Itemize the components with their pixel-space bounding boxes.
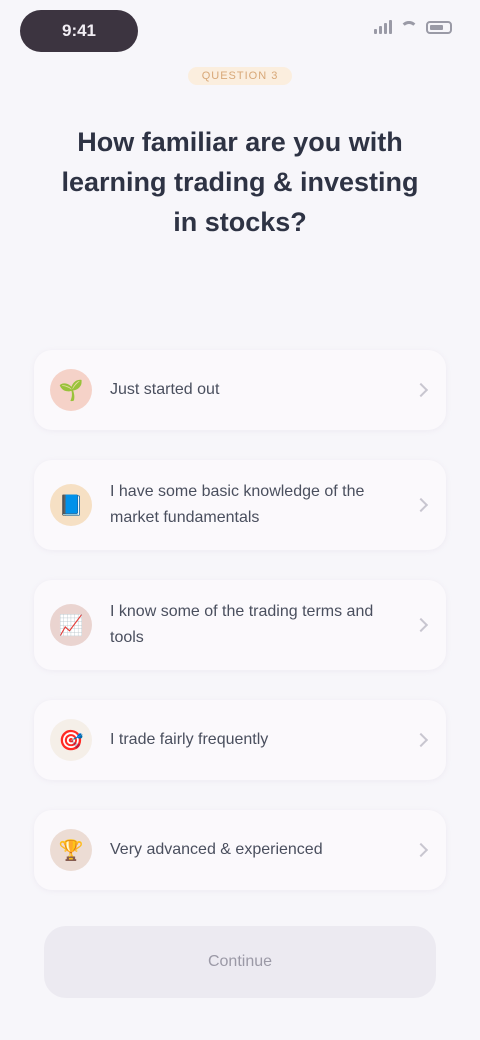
chevron-right-icon [413,497,429,513]
continue-button[interactable]: Continue [44,926,436,998]
option-label: I have some basic knowledge of the marke… [110,483,365,526]
chart-icon: 📈 [50,604,92,646]
option-trade-frequently[interactable]: 🎯 I trade fairly frequently [34,700,446,780]
target-icon: 🎯 [50,719,92,761]
answer-options: 🌱 Just started out 📘 I have some basic k… [34,350,446,920]
chevron-right-icon [413,617,429,633]
option-basic-knowledge[interactable]: 📘 I have some basic knowledge of the mar… [34,460,446,550]
question-title: How familiar are you with learning tradi… [61,127,419,237]
signal-icon [374,20,392,34]
option-label: Very advanced & experienced [110,841,323,858]
option-trading-terms[interactable]: 📈 I know some of the trading terms and t… [34,580,446,670]
option-label: I know some of the trading terms and too… [110,603,374,646]
status-time: 9:41 [20,10,138,52]
chevron-right-icon [413,382,429,398]
option-very-advanced[interactable]: 🏆 Very advanced & experienced [34,810,446,890]
question-number-badge: QUESTION 3 [187,67,293,85]
question-eyebrow: QUESTION 3 [0,66,480,85]
chevron-right-icon [413,842,429,858]
status-icons [374,20,452,34]
book-icon: 📘 [50,484,92,526]
option-label: Just started out [110,381,220,398]
option-just-started[interactable]: 🌱 Just started out [34,350,446,430]
wifi-icon [400,21,418,33]
trophy-icon: 🏆 [50,829,92,871]
seedling-icon: 🌱 [50,369,92,411]
option-label: I trade fairly frequently [110,731,269,748]
status-bar: 9:41 [0,10,480,54]
battery-icon [426,20,452,34]
chevron-right-icon [413,732,429,748]
